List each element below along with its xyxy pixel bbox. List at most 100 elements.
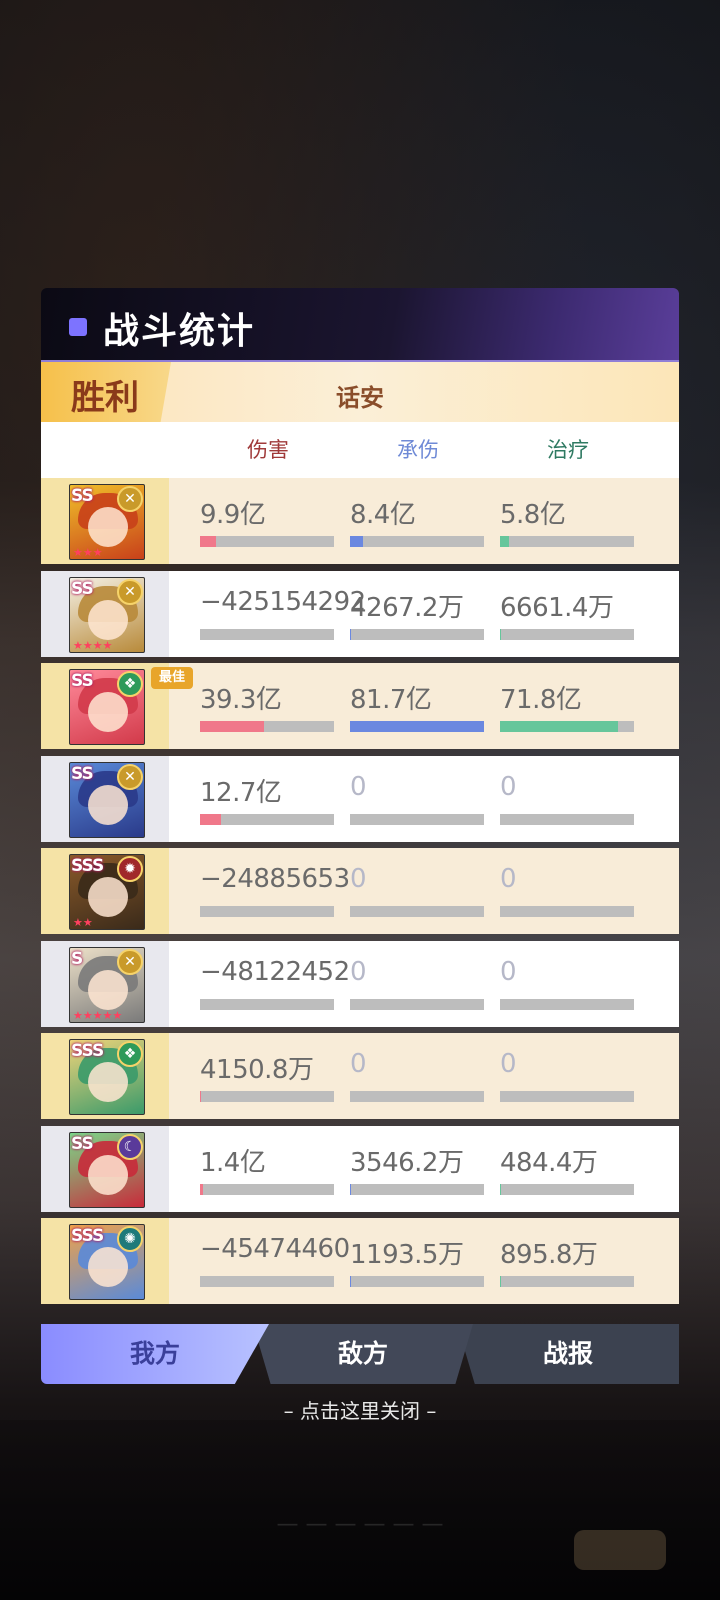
stat-heal-value: 484.4万	[500, 1147, 598, 1178]
hero-portrait[interactable]: SS ✕ ★★★	[69, 484, 145, 560]
side-tabs: 战报 敌方 我方	[41, 1324, 679, 1384]
stat-damage-bar	[200, 721, 334, 732]
stat-taken-bar	[350, 536, 484, 547]
hero-rank-badge: SS	[71, 578, 94, 599]
title-square-icon	[69, 318, 87, 336]
stat-taken-bar	[350, 998, 484, 1010]
stat-taken-bar	[350, 1183, 484, 1195]
hero-face	[88, 1154, 128, 1195]
stat-damage-bar	[200, 628, 334, 640]
hero-star-rating: ★★★★	[73, 638, 113, 652]
stat-taken-bar	[350, 906, 484, 917]
hero-face	[88, 1247, 128, 1287]
fire-element-icon: ✹	[117, 856, 143, 882]
close-hint-link[interactable]: – 点击这里关闭 –	[0, 1395, 720, 1424]
stat-damage-bar	[200, 906, 334, 917]
dark-element-icon: ☾	[117, 1133, 143, 1160]
hero-portrait[interactable]: S ✕ ★★★★★	[69, 946, 145, 1023]
stat-heal-bar	[500, 536, 634, 547]
hero-portrait[interactable]: SS ☾	[69, 1131, 145, 1208]
stat-damage-bar	[200, 536, 334, 547]
tab-report[interactable]: 战报	[457, 1324, 679, 1384]
stat-damage-value: −45474460	[200, 1234, 350, 1264]
stat-heal-bar	[500, 1276, 634, 1287]
nature-element-icon: ❖	[117, 671, 143, 697]
hero-row: SSS ✹ ★★ −24885653 0 0	[41, 848, 679, 934]
stat-heal-value: 0	[500, 771, 517, 802]
stat-taken-bar	[350, 813, 484, 825]
stat-damage-bar-fill	[200, 813, 222, 825]
nature-element-icon: ❖	[117, 1041, 143, 1067]
hero-star-rating: ★★	[73, 916, 93, 929]
stat-taken-bar-fill	[350, 536, 364, 547]
stat-taken-value: 1193.5万	[350, 1240, 464, 1270]
stat-taken-value: 0	[350, 956, 367, 987]
hero-portrait[interactable]: SS ❖	[69, 669, 145, 745]
stat-heal-bar	[500, 628, 634, 640]
hero-row: SSS ✺ −45474460 1193.5万 895.8万	[41, 1218, 679, 1304]
battle-stats-panel: 战斗统计 胜利 话安 伤害 承伤 治疗 SS ✕ ★★★ 9.9亿 8.4亿 5.8亿 SS…	[41, 288, 679, 1384]
stat-heal-value: 5.8亿	[500, 500, 566, 530]
hero-row: SSS ❖ 4150.8万 0 0	[41, 1033, 679, 1119]
hero-face	[88, 599, 128, 640]
stat-heal-bar-fill	[500, 721, 618, 732]
stat-heal-bar	[500, 813, 634, 825]
stat-heal-value: 895.8万	[500, 1240, 598, 1270]
stat-damage-value: 12.7亿	[200, 777, 282, 808]
stat-taken-value: 0	[350, 864, 367, 894]
hero-rank-badge: SSS	[71, 856, 104, 876]
hero-portrait[interactable]: SSS ✹ ★★	[69, 854, 145, 930]
hero-face	[88, 1062, 128, 1102]
hero-portrait[interactable]: SSS ❖	[69, 1039, 145, 1115]
hero-portrait[interactable]: SS ✕ ★★★★	[69, 576, 145, 653]
hero-portrait[interactable]: SSS ✺	[69, 1224, 145, 1300]
stat-damage-bar-fill	[200, 1183, 203, 1195]
light-element-icon: ✕	[117, 486, 143, 512]
panel-title: 战斗统计	[103, 311, 256, 352]
stat-heal-value: 0	[500, 1049, 517, 1079]
hero-rank-badge: S	[71, 948, 83, 969]
tab-enemy[interactable]: 敌方	[253, 1324, 473, 1384]
hero-row: SS ✕ 12.7亿 0 0	[41, 755, 679, 842]
hero-face	[88, 692, 128, 732]
stat-taken-bar	[350, 1276, 484, 1287]
player-name: 话安	[336, 384, 384, 412]
stat-damage-value: 1.4亿	[200, 1147, 266, 1178]
hero-row: SS ❖ 最佳 39.3亿 81.7亿 71.8亿	[41, 663, 679, 749]
stat-damage-bar	[200, 998, 334, 1010]
hero-face	[88, 784, 128, 825]
tab-mine[interactable]: 我方	[41, 1324, 269, 1384]
column-header-damage: 伤害	[247, 438, 289, 462]
column-header-taken: 承伤	[397, 438, 439, 462]
light-element-icon: ✕	[117, 948, 143, 975]
light-element-icon: ✕	[117, 763, 143, 790]
hero-row: SS ☾ 1.4亿 3546.2万 484.4万	[41, 1125, 679, 1212]
stat-heal-bar	[500, 1091, 634, 1102]
stat-taken-value: 0	[350, 1049, 367, 1079]
stat-taken-bar-fill	[350, 1183, 351, 1195]
stat-damage-value: 39.3亿	[200, 685, 282, 715]
stat-taken-value: 0	[350, 771, 367, 802]
stat-heal-bar	[500, 721, 634, 732]
light-element-icon: ✕	[117, 578, 143, 605]
stat-heal-value: 0	[500, 864, 517, 894]
stat-heal-bar	[500, 906, 634, 917]
result-bar: 胜利 话安	[41, 362, 679, 422]
stat-damage-bar	[200, 1183, 334, 1195]
hero-rank-badge: SSS	[71, 1041, 104, 1061]
background-dimmed-button	[574, 1530, 666, 1570]
panel-header: 战斗统计	[41, 288, 679, 362]
stat-damage-value: 9.9亿	[200, 500, 266, 530]
stat-damage-bar	[200, 1091, 334, 1102]
stat-heal-value: 71.8亿	[500, 685, 582, 715]
hero-row: SS ✕ ★★★ 9.9亿 8.4亿 5.8亿	[41, 478, 679, 564]
stat-damage-bar-fill	[200, 721, 265, 732]
stat-damage-bar-fill	[200, 1091, 201, 1102]
hero-rank-badge: SS	[71, 486, 94, 506]
hero-star-rating: ★★★	[73, 546, 103, 559]
stat-taken-value: 8.4亿	[350, 500, 416, 530]
hero-portrait[interactable]: SS ✕	[69, 761, 145, 838]
stat-heal-value: 6661.4万	[500, 592, 614, 623]
stat-taken-value: 3546.2万	[350, 1147, 464, 1178]
stat-taken-bar-fill	[350, 721, 484, 732]
